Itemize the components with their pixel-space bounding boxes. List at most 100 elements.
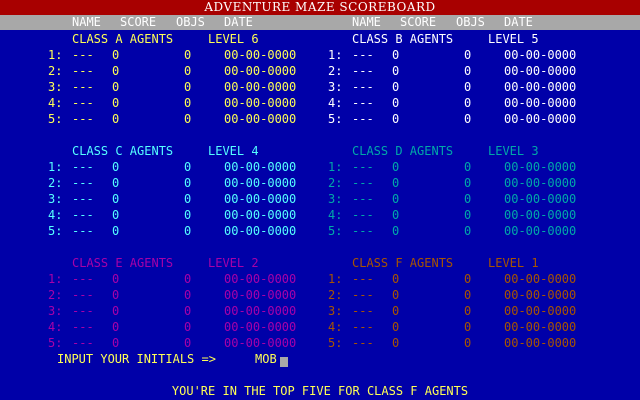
agent-score: 0 [392, 96, 400, 110]
agent-score: 0 [392, 208, 400, 222]
rank-number: 1: [48, 48, 63, 62]
agent-name: --- [352, 224, 374, 238]
agent-score: 0 [392, 80, 400, 94]
rank-number: 1: [48, 160, 63, 174]
class-label: CLASS C AGENTS [72, 144, 174, 158]
column-header-name: NAME [72, 15, 101, 29]
agent-name: --- [72, 48, 94, 62]
agent-score: 0 [112, 336, 120, 350]
agent-name: --- [352, 288, 374, 302]
agent-objs: 0 [184, 208, 192, 222]
rank-number: 3: [328, 304, 343, 318]
agent-date: 00-00-0000 [504, 192, 577, 206]
agent-date: 00-00-0000 [224, 112, 297, 126]
agent-score: 0 [392, 48, 400, 62]
rank-number: 1: [328, 48, 343, 62]
class-label: CLASS F AGENTS [352, 256, 454, 270]
agent-name: --- [72, 208, 94, 222]
agent-objs: 0 [184, 96, 192, 110]
rank-number: 5: [328, 112, 343, 126]
agent-name: --- [72, 96, 94, 110]
rank-number: 1: [328, 160, 343, 174]
agent-objs: 0 [184, 288, 192, 302]
rank-number: 4: [48, 208, 63, 222]
column-header-date: DATE [224, 15, 253, 29]
agent-objs: 0 [184, 176, 192, 190]
agent-name: --- [352, 96, 374, 110]
agent-date: 00-00-0000 [224, 176, 297, 190]
level-label: LEVEL 1 [488, 256, 539, 270]
rank-number: 5: [48, 224, 63, 238]
status-message: YOU'RE IN THE TOP FIVE FOR CLASS F AGENT… [171, 384, 469, 398]
column-header-score: SCORE [400, 15, 437, 29]
class-label: CLASS E AGENTS [72, 256, 174, 270]
agent-objs: 0 [464, 48, 472, 62]
agent-objs: 0 [464, 320, 472, 334]
text-cursor [280, 357, 288, 367]
agent-score: 0 [112, 224, 120, 238]
rank-number: 3: [48, 80, 63, 94]
rank-number: 5: [328, 336, 343, 350]
rank-number: 2: [48, 288, 63, 302]
agent-name: --- [352, 192, 374, 206]
class-label: CLASS A AGENTS [72, 32, 174, 46]
agent-score: 0 [112, 80, 120, 94]
agent-objs: 0 [184, 80, 192, 94]
agent-name: --- [352, 64, 374, 78]
agent-date: 00-00-0000 [504, 304, 577, 318]
agent-name: --- [352, 160, 374, 174]
agent-name: --- [72, 320, 94, 334]
agent-score: 0 [112, 208, 120, 222]
agent-date: 00-00-0000 [504, 112, 577, 126]
agent-name: --- [72, 112, 94, 126]
agent-score: 0 [392, 320, 400, 334]
agent-name: --- [72, 192, 94, 206]
agent-date: 00-00-0000 [504, 160, 577, 174]
column-header-name: NAME [352, 15, 381, 29]
agent-name: --- [72, 64, 94, 78]
rank-number: 4: [48, 320, 63, 334]
agent-score: 0 [392, 304, 400, 318]
initials-input[interactable]: MOB [255, 351, 277, 367]
agent-name: --- [72, 288, 94, 302]
agent-objs: 0 [464, 80, 472, 94]
agent-objs: 0 [464, 96, 472, 110]
agent-score: 0 [392, 64, 400, 78]
rank-number: 2: [328, 64, 343, 78]
agent-score: 0 [112, 320, 120, 334]
agent-objs: 0 [184, 320, 192, 334]
agent-date: 00-00-0000 [504, 336, 577, 350]
agent-date: 00-00-0000 [224, 272, 297, 286]
agent-score: 0 [392, 336, 400, 350]
agent-objs: 0 [464, 336, 472, 350]
agent-date: 00-00-0000 [224, 224, 297, 238]
agent-name: --- [352, 112, 374, 126]
agent-date: 00-00-0000 [224, 160, 297, 174]
column-header-score: SCORE [120, 15, 157, 29]
agent-objs: 0 [184, 224, 192, 238]
agent-score: 0 [392, 160, 400, 174]
agent-date: 00-00-0000 [224, 208, 297, 222]
agent-score: 0 [112, 192, 120, 206]
agent-date: 00-00-0000 [504, 80, 577, 94]
agent-date: 00-00-0000 [224, 320, 297, 334]
rank-number: 4: [328, 96, 343, 110]
agent-score: 0 [392, 272, 400, 286]
rank-number: 5: [48, 336, 63, 350]
agent-date: 00-00-0000 [224, 288, 297, 302]
rank-number: 3: [328, 192, 343, 206]
agent-date: 00-00-0000 [224, 80, 297, 94]
agent-date: 00-00-0000 [224, 192, 297, 206]
agent-objs: 0 [184, 336, 192, 350]
rank-number: 1: [48, 272, 63, 286]
level-label: LEVEL 5 [488, 32, 539, 46]
rank-number: 4: [328, 208, 343, 222]
agent-name: --- [72, 272, 94, 286]
agent-score: 0 [392, 176, 400, 190]
agent-date: 00-00-0000 [224, 48, 297, 62]
column-header-objs: OBJS [176, 15, 205, 29]
agent-name: --- [352, 48, 374, 62]
agent-name: --- [72, 80, 94, 94]
agent-name: --- [352, 336, 374, 350]
agent-name: --- [72, 304, 94, 318]
